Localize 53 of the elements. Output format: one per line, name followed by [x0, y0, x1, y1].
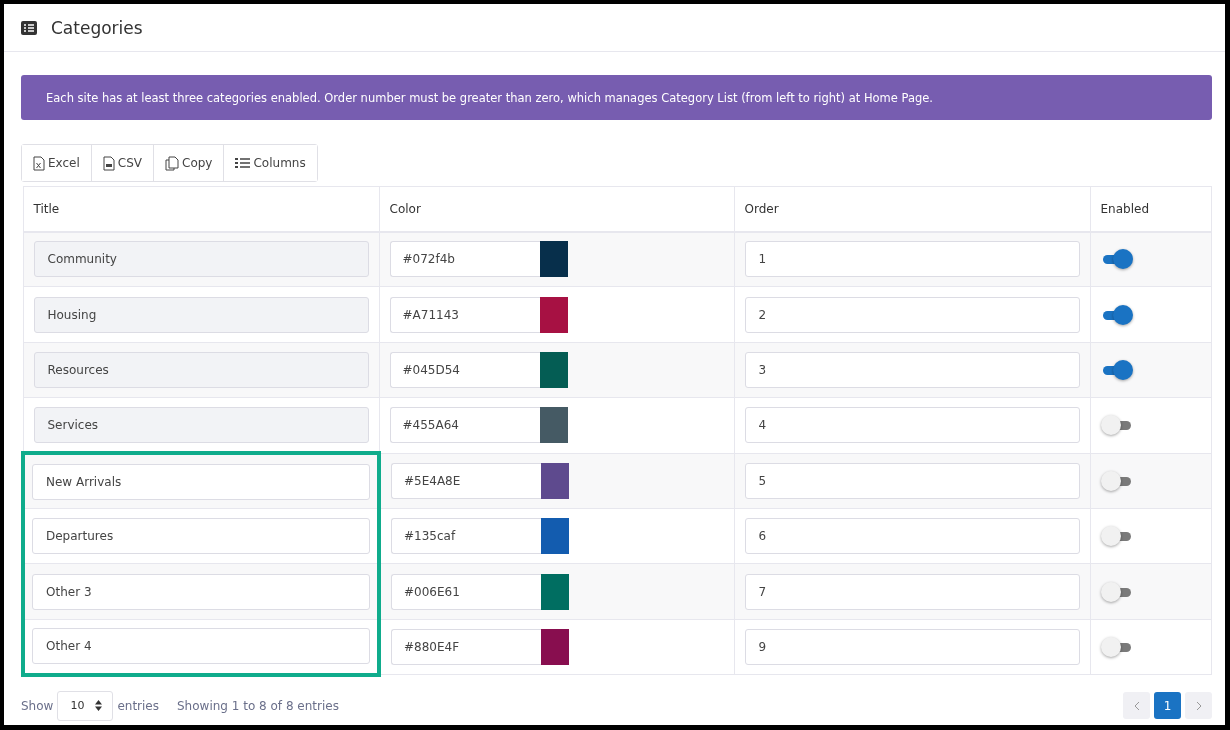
- chevron-left-icon: [1133, 700, 1140, 711]
- column-header: Order: [734, 186, 1090, 232]
- page-title: Categories: [51, 17, 143, 38]
- toggle-switch[interactable]: [1100, 470, 1133, 491]
- title-field[interactable]: New Arrivals: [32, 463, 370, 500]
- list-icon: [235, 157, 251, 169]
- color-swatch[interactable]: [539, 296, 568, 333]
- page-size-select[interactable]: 10: [57, 690, 114, 721]
- color-swatch[interactable]: [541, 462, 569, 499]
- list-icon: [21, 20, 37, 35]
- entries-label: entries: [117, 698, 159, 713]
- order-field[interactable]: 4: [744, 407, 1080, 444]
- order-field[interactable]: 1: [744, 241, 1080, 278]
- order-field[interactable]: 9: [744, 628, 1080, 665]
- toggle-switch[interactable]: [1100, 581, 1133, 602]
- color-field[interactable]: #045D54: [389, 351, 540, 388]
- color-field[interactable]: #A71143: [389, 296, 540, 333]
- order-field[interactable]: 2: [744, 296, 1080, 333]
- column-header: Color: [379, 186, 734, 232]
- column-header: Enabled: [1090, 186, 1212, 232]
- color-swatch[interactable]: [541, 573, 569, 610]
- table-info: Showing 1 to 8 of 8 entries: [177, 698, 339, 713]
- title-field[interactable]: Departures: [32, 518, 370, 555]
- color-swatch[interactable]: [539, 407, 568, 444]
- chevron-right-icon: [1195, 700, 1202, 711]
- color-field[interactable]: #006E61: [391, 573, 541, 610]
- title-field[interactable]: Other 3: [32, 573, 370, 610]
- toggle-switch[interactable]: [1100, 636, 1133, 657]
- color-field[interactable]: #880E4F: [391, 628, 541, 665]
- toggle-switch[interactable]: [1100, 526, 1133, 547]
- color-swatch[interactable]: [541, 518, 569, 555]
- order-field[interactable]: 3: [744, 351, 1080, 388]
- csv-file-icon: [102, 155, 115, 171]
- info-alert: Each site has at least three categories enabled. Order number must be greater than zero, which manages Category List (from left to right) at Home Page.: [21, 75, 1212, 120]
- export-button[interactable]: Excel: [22, 145, 92, 181]
- color-field[interactable]: #135caf: [391, 518, 541, 555]
- excel-file-icon: [33, 155, 45, 171]
- order-field[interactable]: 6: [744, 518, 1080, 555]
- page-button[interactable]: 1: [1154, 692, 1181, 720]
- color-field[interactable]: #5E4A8E: [391, 462, 541, 499]
- color-field[interactable]: #072f4b: [389, 241, 540, 278]
- title-field[interactable]: Other 4: [32, 628, 370, 665]
- order-field[interactable]: 7: [744, 573, 1080, 610]
- column-header: Title: [23, 186, 379, 232]
- color-swatch[interactable]: [539, 241, 568, 278]
- toggle-switch[interactable]: [1100, 415, 1133, 436]
- order-field[interactable]: 5: [744, 462, 1080, 499]
- color-swatch[interactable]: [539, 351, 568, 388]
- show-label: Show: [21, 698, 54, 713]
- sort-caret-icon: [95, 700, 103, 712]
- color-swatch[interactable]: [541, 628, 569, 665]
- copy-icon: [165, 155, 179, 171]
- color-field[interactable]: #455A64: [389, 407, 540, 444]
